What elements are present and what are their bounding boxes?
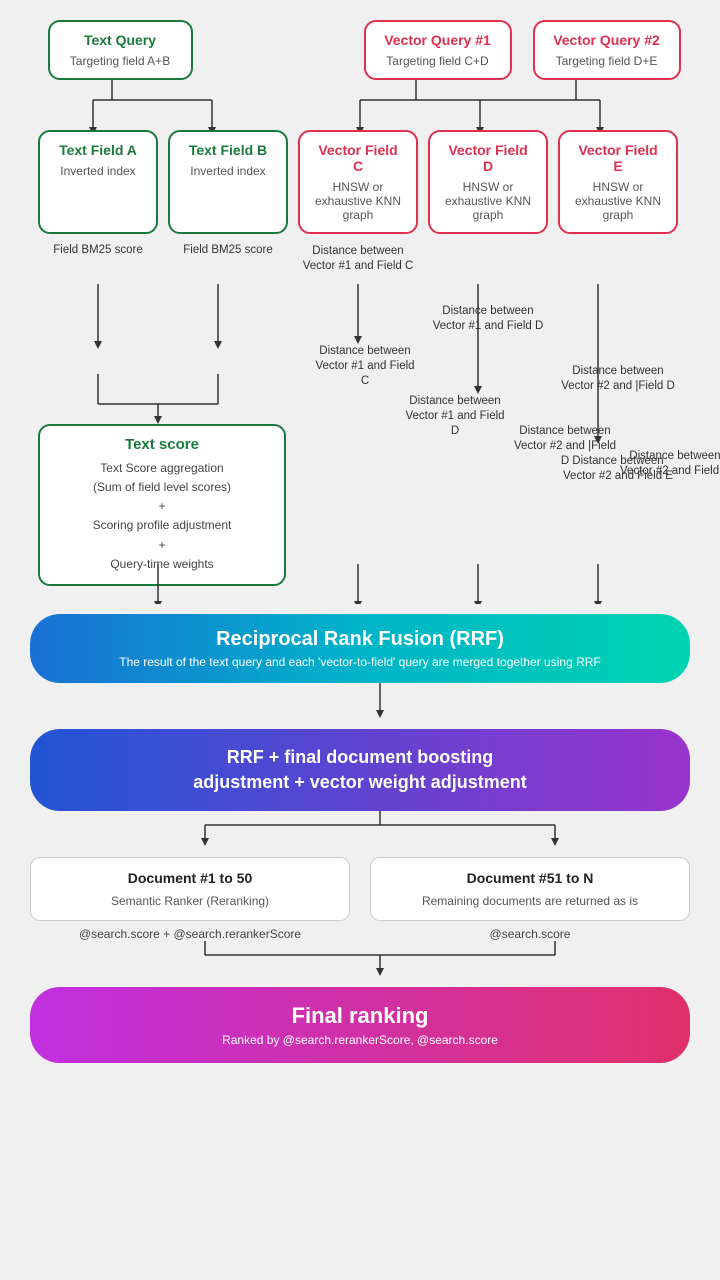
field-e-title: Vector Field E [572, 142, 664, 174]
vector-query-1-box: Vector Query #1 Targeting field C+D [364, 20, 512, 80]
boost-to-docs-arrows [20, 811, 720, 847]
field-c-title: Vector Field C [312, 142, 404, 174]
rrf-to-boost-arrow [20, 683, 720, 719]
final-banner: Final ranking Ranked by @search.reranker… [30, 987, 690, 1063]
rrf-subtitle: The result of the text query and each 'v… [50, 655, 670, 669]
field-d-title: Vector Field D [442, 142, 534, 174]
field-c-box: Vector Field C HNSW or exhaustive KNN gr… [298, 130, 418, 234]
to-rrf-connectors [20, 564, 720, 604]
score-labels-row: @search.score + @search.rerankerScore @s… [30, 927, 690, 941]
rrf-title: Reciprocal Rank Fusion (RRF) [50, 628, 670, 651]
vector-query-2-subtitle: Targeting field D+E [547, 54, 667, 68]
doc2-box: Document #51 to N Remaining documents ar… [370, 857, 690, 921]
field-a-subtitle: Inverted index [52, 164, 144, 178]
dist-d2-positioned: Distance between Vector #2 and |Field D [510, 424, 620, 469]
docs-row: Document #1 to 50 Semantic Ranker (Reran… [30, 857, 690, 921]
text-query-title: Text Query [62, 32, 179, 48]
field-c-subtitle: HNSW or exhaustive KNN graph [312, 180, 404, 222]
diagram: Text Query Targeting field A+B Vector Qu… [0, 0, 720, 1093]
field-e-subtitle: HNSW or exhaustive KNN graph [572, 180, 664, 222]
doc2-subtitle: Remaining documents are returned as is [385, 894, 675, 908]
field-a-title: Text Field A [52, 142, 144, 158]
doc1-subtitle: Semantic Ranker (Reranking) [45, 894, 335, 908]
field-d-box: Vector Field D HNSW or exhaustive KNN gr… [428, 130, 548, 234]
field-d-subtitle: HNSW or exhaustive KNN graph [442, 180, 534, 222]
fields-row: Text Field A Inverted index Text Field B… [20, 130, 700, 234]
score-label-a: Field BM25 score [38, 244, 158, 256]
rrf-banner: Reciprocal Rank Fusion (RRF) The result … [30, 614, 690, 683]
field-e-box: Vector Field E HNSW or exhaustive KNN gr… [558, 130, 678, 234]
final-subtitle: Ranked by @search.rerankerScore, @search… [50, 1033, 670, 1047]
final-title: Final ranking [50, 1003, 670, 1029]
dist-c-positioned: Distance between Vector #1 and Field C [310, 344, 420, 389]
doc1-box: Document #1 to 50 Semantic Ranker (Reran… [30, 857, 350, 921]
text-score-body: Text Score aggregation (Sum of field lev… [54, 459, 270, 574]
score-label-right: @search.score [370, 927, 690, 941]
field-b-subtitle: Inverted index [182, 164, 274, 178]
docs-to-final-arrows [20, 941, 720, 977]
dist-e-positioned: Distance between Vector #2 and Field E [620, 449, 720, 479]
text-score-section: Text score Text Score aggregation (Sum o… [38, 424, 286, 586]
vector-query-2-title: Vector Query #2 [547, 32, 667, 48]
vector-query-2-box: Vector Query #2 Targeting field D+E [533, 20, 681, 80]
score-label-b: Field BM25 score [168, 244, 288, 256]
dist-label-c: Distance between Vector #1 and Field C [298, 244, 418, 274]
boost-title: RRF + final document boosting adjustment… [50, 745, 670, 795]
text-query-subtitle: Targeting field A+B [62, 54, 179, 68]
field-b-box: Text Field B Inverted index [168, 130, 288, 234]
query-to-field-connectors [20, 80, 720, 130]
score-label-left: @search.score + @search.rerankerScore [30, 927, 350, 941]
vector-query-1-title: Vector Query #1 [378, 32, 498, 48]
field-b-title: Text Field B [182, 142, 274, 158]
boost-banner: RRF + final document boosting adjustment… [30, 729, 690, 811]
dist-d1-positioned: Distance between Vector #1 and Field D [400, 394, 510, 439]
doc2-title: Document #51 to N [385, 870, 675, 886]
text-score-title: Text score [54, 436, 270, 453]
text-query-box: Text Query Targeting field A+B [48, 20, 193, 80]
field-a-box: Text Field A Inverted index [38, 130, 158, 234]
doc1-title: Document #1 to 50 [45, 870, 335, 886]
vector-query-1-subtitle: Targeting field C+D [378, 54, 498, 68]
